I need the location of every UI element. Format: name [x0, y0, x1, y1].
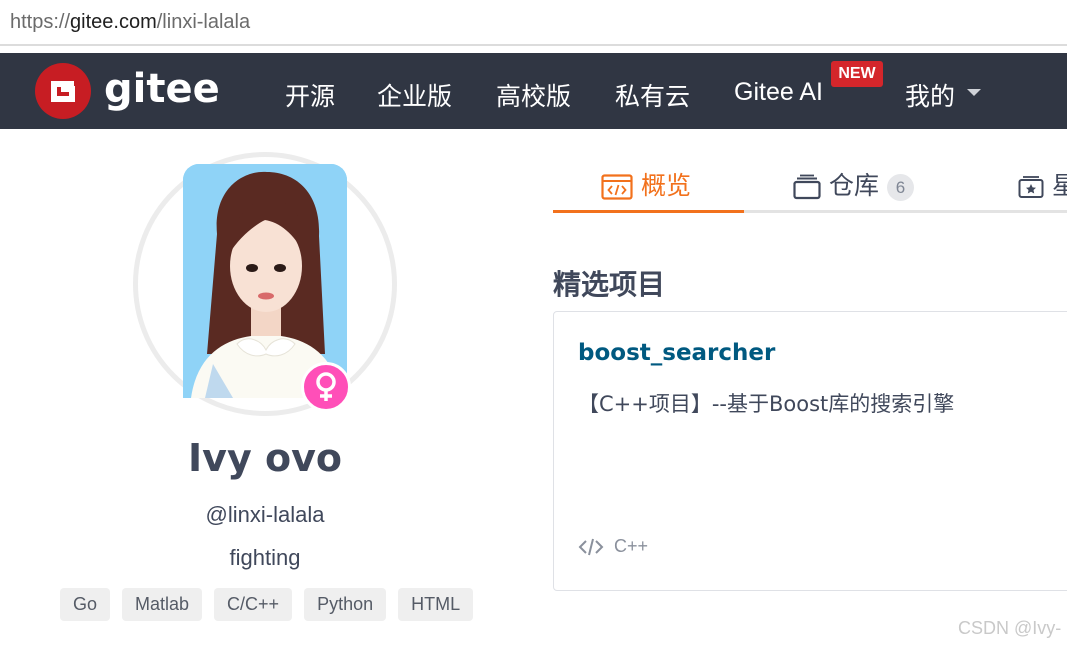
tag-python[interactable]: Python	[304, 588, 387, 621]
project-language: C++	[578, 536, 648, 557]
nav-item-opensource[interactable]: 开源	[285, 77, 335, 113]
tab-repos-label: 仓库	[829, 171, 880, 200]
browser-address-bar[interactable]: https://gitee.com/linxi-lalala	[0, 0, 1067, 46]
profile-display-name: Ivy ovo	[188, 436, 342, 480]
new-badge: NEW	[831, 61, 883, 87]
nav-item-private-cloud[interactable]: 私有云	[615, 77, 690, 113]
featured-projects-heading: 精选项目	[553, 268, 666, 301]
tag-go[interactable]: Go	[60, 588, 111, 621]
profile-bio: fighting	[229, 545, 301, 570]
nav-item-education[interactable]: 高校版	[496, 77, 571, 113]
project-card[interactable]: boost_searcher 【C++项目】--基于Boost库的搜索引擎 C+…	[553, 311, 1067, 591]
tab-stars[interactable]: 星	[1018, 166, 1067, 202]
brand-wordmark[interactable]: gitee	[104, 66, 220, 112]
star-box-icon	[1018, 176, 1044, 198]
profile-username: @linxi-lalala	[205, 502, 325, 527]
csdn-watermark: CSDN @Ivy-	[958, 618, 1062, 638]
code-icon	[578, 539, 604, 556]
code-window-icon	[601, 174, 633, 200]
project-description: 【C++项目】--基于Boost库的搜索引擎	[578, 392, 955, 416]
chevron-down-icon[interactable]	[967, 89, 981, 96]
tag-cpp[interactable]: C/C++	[214, 588, 293, 621]
gitee-logo-icon[interactable]	[35, 63, 91, 119]
url-scheme: https://	[10, 11, 71, 33]
tab-stars-label: 星	[1052, 171, 1067, 200]
nav-item-enterprise[interactable]: 企业版	[377, 77, 452, 113]
tab-overview-label: 概览	[641, 171, 692, 200]
tab-repos[interactable]: 仓库 6	[793, 166, 915, 202]
top-navbar: gitee 开源 企业版 高校版 私有云 Gitee AI NEW 我的	[0, 53, 1067, 129]
nav-item-mine[interactable]: 我的	[905, 77, 955, 113]
nav-item-gitee-ai[interactable]: Gitee AI	[734, 78, 823, 107]
url-text[interactable]: https://gitee.com/linxi-lalala	[10, 11, 250, 34]
repository-icon	[793, 174, 821, 200]
project-language-label: C++	[614, 536, 649, 556]
skill-tags: Go Matlab C/C++ Python HTML	[60, 588, 474, 621]
repos-count-badge: 6	[887, 173, 915, 201]
url-host: gitee.com	[70, 11, 157, 33]
tag-matlab[interactable]: Matlab	[122, 588, 203, 621]
tab-active-indicator	[553, 210, 744, 213]
tag-html[interactable]: HTML	[398, 588, 474, 621]
project-name-link[interactable]: boost_searcher	[578, 340, 775, 366]
url-path: /linxi-lalala	[156, 11, 251, 33]
tab-overview[interactable]: 概览	[601, 166, 691, 202]
female-icon	[301, 362, 351, 412]
